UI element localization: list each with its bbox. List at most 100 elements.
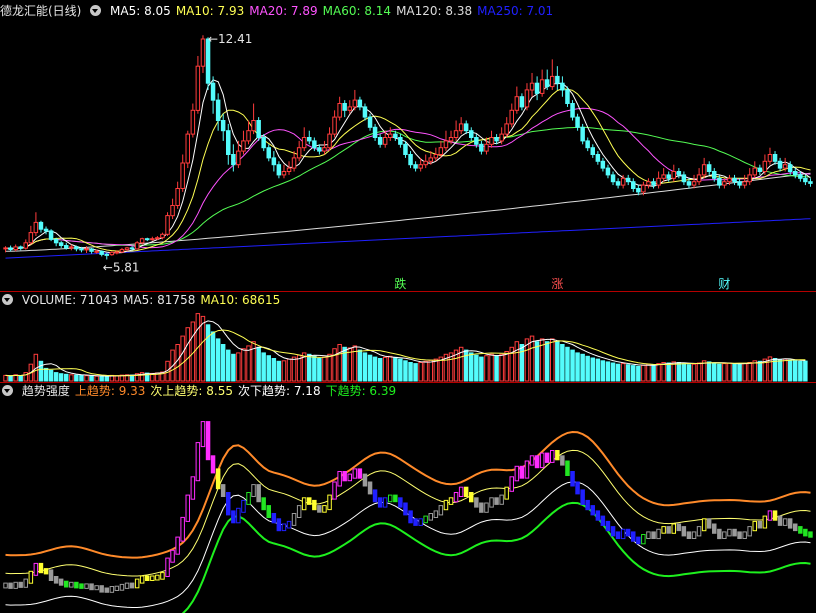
candle [479, 143, 484, 152]
trend-block [362, 473, 368, 487]
trend-block [534, 455, 540, 469]
candle [94, 250, 99, 253]
trend-block [423, 515, 428, 524]
volume-bar [620, 363, 626, 382]
trend-block [276, 518, 282, 532]
volume-bar [494, 355, 499, 382]
trend-block [580, 489, 585, 505]
candle [8, 247, 13, 251]
trend-block [550, 450, 555, 463]
trend-block [322, 505, 327, 513]
candle [448, 137, 454, 142]
candle [494, 137, 499, 142]
trend-block [646, 531, 651, 540]
candle [762, 160, 768, 173]
candle [423, 160, 428, 166]
trend-block [474, 497, 479, 508]
volume-bar [575, 352, 580, 382]
candle [165, 215, 170, 235]
candle [590, 147, 595, 155]
volume-bar [777, 359, 783, 382]
trend-block [332, 481, 337, 500]
trend-block [3, 582, 8, 589]
candle [99, 250, 104, 255]
trend-block [433, 510, 439, 518]
volume-bar [686, 364, 692, 382]
candle [89, 248, 94, 252]
volume-bar [479, 356, 484, 382]
candle [712, 171, 717, 179]
trend-block [666, 526, 671, 534]
volume-bar [337, 344, 342, 382]
candle [220, 120, 226, 132]
candle [732, 177, 737, 183]
trend-block [99, 585, 104, 593]
trend-block [524, 460, 530, 479]
trend-block [175, 536, 180, 555]
candle [555, 75, 560, 84]
volume-bar [600, 360, 606, 382]
trend-block [382, 497, 388, 508]
candle [509, 109, 514, 125]
volume-bar [605, 361, 611, 382]
candle [661, 174, 666, 179]
volume-bar [215, 338, 221, 382]
candle [671, 171, 676, 179]
candle [286, 167, 292, 173]
volume-bar [742, 363, 747, 382]
trend-block [620, 528, 626, 540]
volume-bar [590, 357, 595, 382]
volume-bar [727, 362, 732, 382]
volume-bar [625, 364, 631, 382]
trend-block [408, 510, 413, 524]
trend-block [803, 528, 808, 537]
trend-block [514, 465, 520, 482]
volume-bar [372, 356, 378, 382]
trend-block [762, 515, 768, 529]
volume-bar [676, 362, 682, 382]
candle [757, 167, 763, 173]
trend-block [722, 531, 727, 540]
candle [276, 164, 282, 176]
volume-bar [94, 375, 99, 382]
volume-bar [231, 353, 236, 382]
candle [717, 177, 722, 186]
candle [595, 154, 601, 162]
trend-block [139, 575, 145, 584]
volume-bar [656, 363, 661, 382]
volume-bar [610, 362, 616, 382]
candle [489, 137, 494, 145]
trend-block [109, 586, 115, 593]
trend-block [458, 486, 464, 498]
volume-bar [641, 364, 646, 382]
candle [43, 228, 49, 232]
trend-block [772, 510, 778, 521]
volume-bar [636, 365, 641, 382]
ma5-line [5, 79, 811, 254]
candle [109, 251, 115, 256]
candle [48, 230, 54, 240]
trend-block [610, 526, 616, 537]
trend-block [13, 581, 18, 589]
candle [458, 123, 464, 132]
candle [474, 137, 479, 145]
candle [656, 177, 661, 186]
volume-bar [469, 352, 474, 382]
volume-bar [266, 355, 271, 382]
candle [226, 130, 231, 155]
volume-bar [691, 363, 697, 382]
volume-bar [474, 354, 479, 382]
trend-block [686, 531, 692, 540]
trend-block [727, 528, 732, 537]
trend-block [681, 526, 687, 537]
volume-bar [747, 362, 752, 382]
candle [701, 164, 707, 176]
candle [180, 162, 185, 189]
trend-block [671, 523, 676, 534]
trend-block [185, 494, 190, 522]
trend-block [560, 455, 565, 466]
trend-block [215, 468, 221, 490]
candle [382, 137, 388, 145]
trend-block [463, 486, 469, 498]
trend-block [590, 505, 595, 516]
